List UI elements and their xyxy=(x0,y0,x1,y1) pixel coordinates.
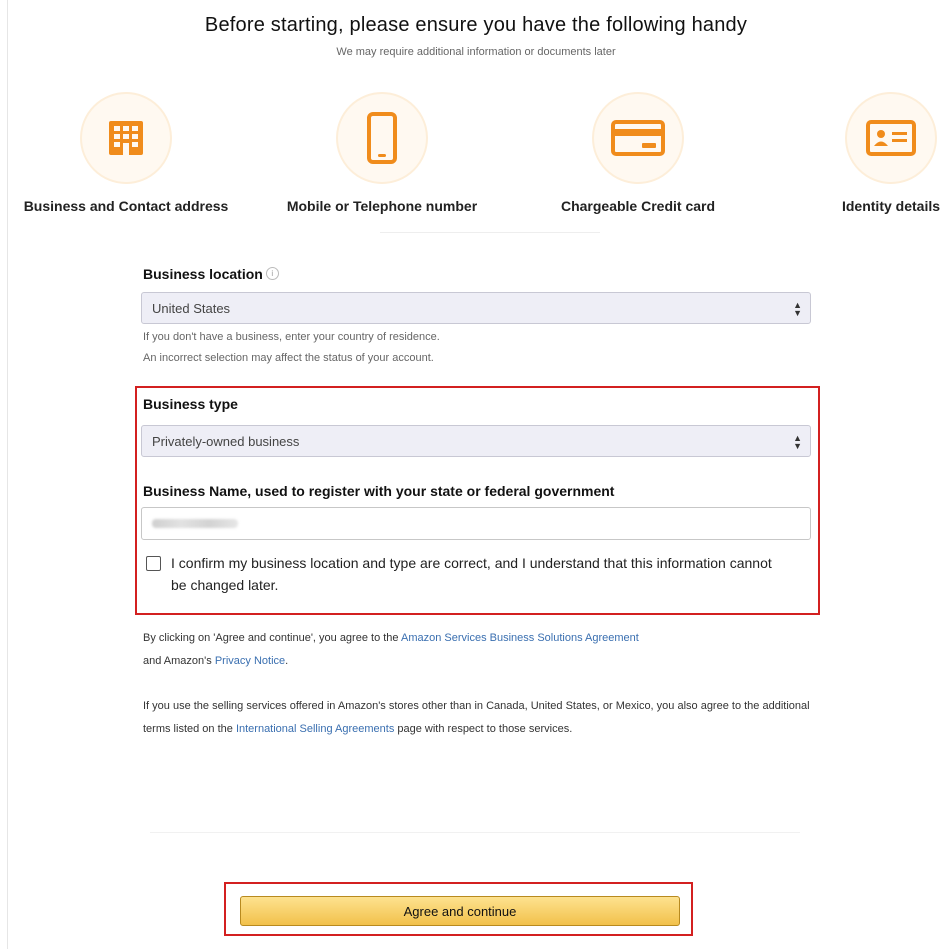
requirement-icon-circle xyxy=(336,92,428,184)
select-arrows-icon: ▲ ▼ xyxy=(793,300,802,318)
id-card-icon xyxy=(866,120,916,156)
redacted-business-name xyxy=(152,519,238,528)
legal-paragraph-1: By clicking on 'Agree and continue', you… xyxy=(143,627,823,673)
mobile-phone-icon xyxy=(367,112,397,164)
business-solutions-agreement-link[interactable]: Amazon Services Business Solutions Agree… xyxy=(401,632,639,644)
legal-period: . xyxy=(285,655,289,667)
credit-card-icon xyxy=(611,120,665,156)
business-type-select[interactable]: Privately-owned business ▲ ▼ xyxy=(141,425,811,457)
business-name-label: Business Name, used to register with you… xyxy=(143,483,615,499)
legal-text: and Amazon's xyxy=(143,655,212,667)
legal-text: By clicking on 'Agree and continue', you… xyxy=(143,632,399,644)
requirement-business-address: Business and Contact address xyxy=(6,92,246,214)
requirement-phone-number: Mobile or Telephone number xyxy=(262,92,502,214)
requirement-identity-details: Identity details xyxy=(771,92,952,214)
business-location-value: United States xyxy=(152,300,231,316)
confirm-checkbox[interactable] xyxy=(146,556,161,571)
requirement-icon-circle xyxy=(592,92,684,184)
business-location-label: Business location i xyxy=(143,266,279,282)
business-type-label: Business type xyxy=(143,396,238,412)
confirm-text: I confirm my business location and type … xyxy=(171,555,772,593)
business-type-value: Privately-owned business xyxy=(152,433,300,449)
requirement-icon-circle xyxy=(845,92,937,184)
business-location-label-text: Business location xyxy=(143,266,263,282)
requirement-label: Business and Contact address xyxy=(23,198,229,214)
business-name-input[interactable] xyxy=(141,507,811,540)
select-arrows-icon: ▲ ▼ xyxy=(793,433,802,451)
legal-text: page with respect to those services. xyxy=(397,723,573,735)
info-icon[interactable]: i xyxy=(265,267,279,280)
international-selling-agreements-link[interactable]: International Selling Agreements xyxy=(236,723,394,735)
privacy-notice-link[interactable]: Privacy Notice xyxy=(215,655,285,667)
requirement-icon-circle xyxy=(80,92,172,184)
location-hint-2: An incorrect selection may affect the st… xyxy=(143,352,434,364)
page-subtitle: We may require additional information or… xyxy=(336,46,616,58)
section-divider xyxy=(380,232,600,233)
requirement-label: Mobile or Telephone number xyxy=(286,198,478,214)
page-title: Before starting, please ensure you have … xyxy=(204,14,748,36)
requirement-label: Chargeable Credit card xyxy=(560,198,716,214)
requirement-label: Identity details xyxy=(841,198,941,214)
section-divider xyxy=(150,832,800,833)
building-icon xyxy=(109,121,143,155)
location-hint-1: If you don't have a business, enter your… xyxy=(143,331,440,343)
requirement-credit-card: Chargeable Credit card xyxy=(518,92,758,214)
legal-paragraph-2: If you use the selling services offered … xyxy=(143,695,823,741)
business-location-select[interactable]: United States ▲ ▼ xyxy=(141,292,811,324)
agree-and-continue-button[interactable]: Agree and continue xyxy=(240,896,680,926)
